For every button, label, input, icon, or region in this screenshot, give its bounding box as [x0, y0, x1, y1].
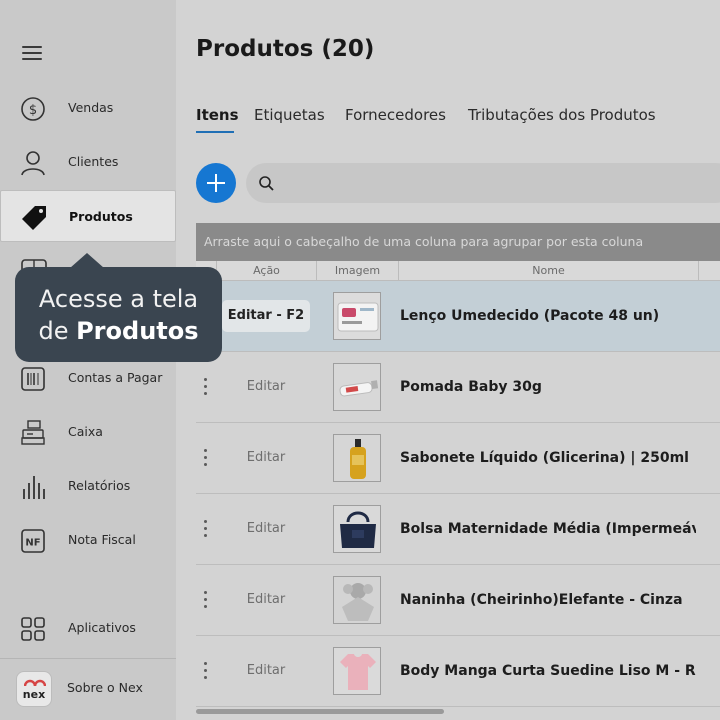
table-row[interactable]: Editar Bolsa Maternidade Média (Impermeá…	[196, 494, 720, 565]
horizontal-scrollbar[interactable]	[196, 709, 444, 714]
product-name: Lenço Umedecido (Pacote 48 un)	[400, 308, 660, 324]
sidebar-item-produtos[interactable]: Produtos	[0, 190, 176, 242]
column-header-nome[interactable]: Nome	[398, 261, 698, 281]
sidebar-item-vendas[interactable]: $ Vendas	[0, 82, 176, 134]
product-image	[333, 505, 381, 553]
sidebar-item-label: Sobre o Nex	[67, 680, 143, 695]
product-image	[333, 434, 381, 482]
hamburger-menu-icon[interactable]	[22, 44, 44, 62]
table-row[interactable]: Editar Pomada Baby 30g	[196, 352, 720, 423]
sidebar-item-label: Aplicativos	[68, 620, 136, 635]
table-row[interactable]: Editar - F2 Lenço Umedecido (Pacote 48 u…	[196, 281, 720, 352]
tab-fornecedores[interactable]: Fornecedores	[345, 106, 446, 124]
table-row[interactable]: Editar Body Manga Curta Suedine Liso M -…	[196, 636, 720, 707]
row-menu-icon[interactable]	[204, 662, 208, 682]
sidebar-item-label: Relatórios	[68, 478, 131, 493]
tab-etiquetas[interactable]: Etiquetas	[254, 106, 325, 124]
sidebar-item-label: Caixa	[68, 424, 103, 439]
sidebar-divider	[0, 658, 176, 659]
product-name: Sabonete Líquido (Glicerina) | 250ml	[400, 450, 689, 466]
sidebar-item-label: Vendas	[68, 100, 114, 115]
sidebar-item-label: Clientes	[68, 154, 119, 169]
tooltip-arrow	[70, 253, 104, 268]
row-menu-icon[interactable]	[204, 591, 208, 611]
add-product-button[interactable]	[196, 163, 236, 203]
edit-button[interactable]: Editar	[222, 513, 310, 545]
cash-register-icon	[21, 420, 45, 445]
svg-text:$: $	[29, 103, 37, 118]
onboarding-tooltip: Acesse a tela de Produtos	[15, 267, 222, 362]
sidebar-item-label: Produtos	[69, 209, 133, 224]
group-by-drop-zone[interactable]: Arraste aqui o cabeçalho de uma coluna p…	[196, 223, 720, 261]
tooltip-line-1: Acesse a tela	[38, 285, 199, 313]
grid-column-header: Ação Imagem Nome	[196, 261, 720, 281]
sidebar-item-sobre-o-nex[interactable]: Sobre o Nex	[0, 662, 176, 714]
tooltip-line-2-bold: Produtos	[76, 317, 199, 345]
main-content: Produtos (20) Itens Etiquetas Fornecedor…	[176, 0, 720, 720]
edit-button[interactable]: Editar	[222, 584, 310, 616]
svg-text:NF: NF	[25, 538, 40, 549]
nf-icon: NF	[21, 529, 45, 553]
sidebar-item-aplicativos[interactable]: Aplicativos	[0, 602, 176, 654]
search-input[interactable]	[246, 163, 720, 203]
sidebar-item-label: Nota Fiscal	[68, 532, 136, 547]
barcode-icon	[21, 367, 45, 391]
product-image	[333, 647, 381, 695]
edit-button[interactable]: Editar	[222, 371, 310, 403]
bars-icon	[23, 476, 45, 499]
column-header-imagem[interactable]: Imagem	[316, 261, 398, 281]
page-title: Produtos (20)	[196, 36, 375, 62]
tooltip-line-2-prefix: de	[38, 317, 77, 345]
tab-itens[interactable]: Itens	[196, 106, 239, 124]
product-name: Body Manga Curta Suedine Liso M - Rosa B…	[400, 663, 696, 679]
search-icon	[259, 176, 274, 191]
sidebar-item-nota-fiscal[interactable]: NF Nota Fiscal	[0, 514, 176, 566]
product-image	[333, 363, 381, 411]
tag-icon	[22, 206, 46, 230]
sidebar-item-clientes[interactable]: Clientes	[0, 136, 176, 188]
column-header-acao[interactable]: Ação	[216, 261, 316, 281]
sidebar-item-relatorios[interactable]: Relatórios	[0, 460, 176, 512]
edit-button[interactable]: Editar	[222, 655, 310, 687]
tab-active-indicator	[196, 131, 234, 133]
table-row[interactable]: Editar Naninha (Cheirinho)Elefante - Cin…	[196, 565, 720, 636]
edit-button[interactable]: Editar - F2	[222, 300, 310, 332]
apps-grid-icon	[21, 617, 45, 641]
dollar-icon: $	[21, 97, 45, 121]
tooltip-line-2: de Produtos	[15, 315, 222, 347]
row-menu-icon[interactable]	[204, 520, 208, 540]
product-name: Naninha (Cheirinho)Elefante - Cinza	[400, 592, 683, 608]
person-icon	[21, 151, 45, 176]
edit-button[interactable]: Editar	[222, 442, 310, 474]
product-name: Pomada Baby 30g	[400, 379, 542, 395]
tab-tributacoes[interactable]: Tributações dos Produtos	[468, 106, 656, 124]
row-menu-icon[interactable]	[204, 378, 208, 398]
sidebar-item-caixa[interactable]: Caixa	[0, 406, 176, 458]
product-image	[333, 576, 381, 624]
table-row[interactable]: Editar Sabonete Líquido (Glicerina) | 25…	[196, 423, 720, 494]
column-header-extra	[698, 261, 720, 281]
product-name: Bolsa Maternidade Média (Impermeável) - …	[400, 521, 696, 537]
product-image	[333, 292, 381, 340]
row-menu-icon[interactable]	[204, 449, 208, 469]
